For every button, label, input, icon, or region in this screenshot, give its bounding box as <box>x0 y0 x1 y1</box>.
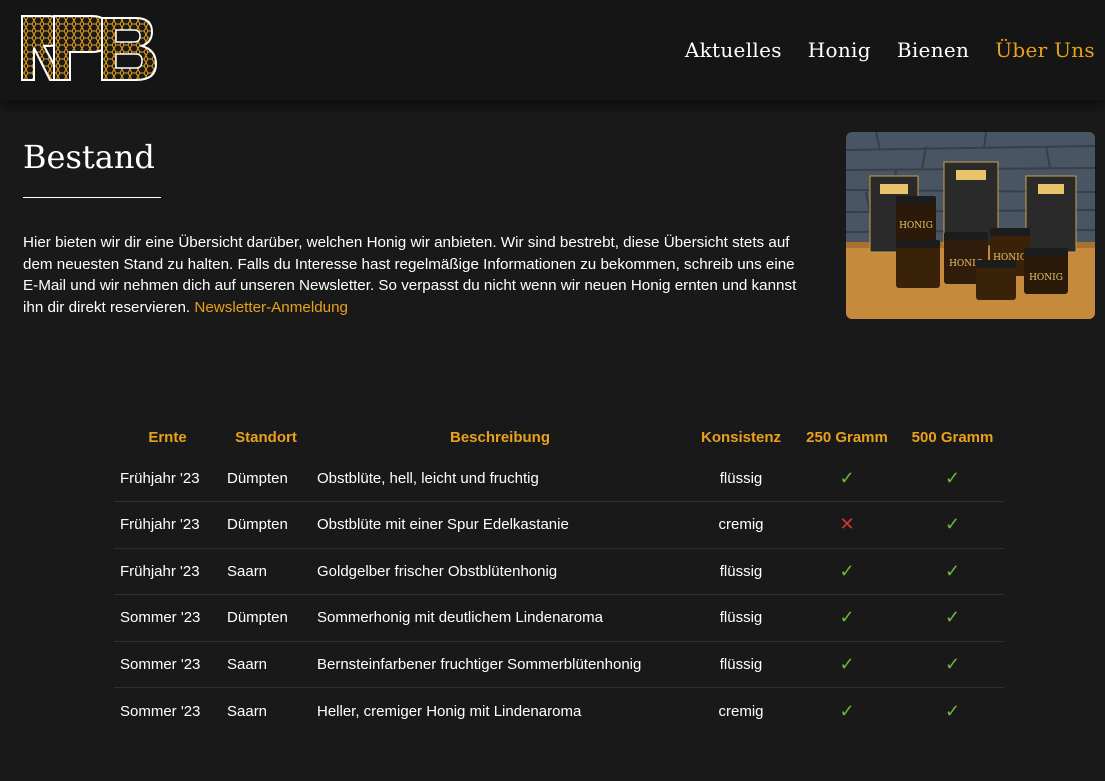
cell-250-gramm: ✓ <box>793 641 901 688</box>
nav-bienen[interactable]: Bienen <box>897 38 969 62</box>
cell-standort: Dümpten <box>221 594 311 642</box>
site-logo[interactable] <box>18 10 158 86</box>
checkmark-icon: ✓ <box>944 514 961 535</box>
table-row: Sommer '23 Dümpten Sommerhonig mit deutlic… <box>114 594 1004 642</box>
nav-ueber-uns[interactable]: Über Uns <box>995 38 1095 62</box>
cell-beschreibung: Bernsteinfarbener fruchtiger Sommerblüte… <box>311 641 689 688</box>
cell-ernte: Frühjahr '23 <box>114 455 221 502</box>
cell-250-gramm: ✓ <box>793 548 901 595</box>
col-standort: Standort <box>235 428 297 446</box>
checkmark-icon: ✓ <box>944 700 961 721</box>
cell-beschreibung: Heller, cremiger Honig mit Lindenaroma <box>317 702 582 720</box>
cell-500-gramm: ✓ <box>901 594 1004 642</box>
cell-konsistenz: flüssig <box>689 548 793 595</box>
table-row: Sommer '23 Saarn Heller, cremiger Honig mi… <box>114 688 1004 735</box>
cell-beschreibung: Obstblüte mit einer Spur Edelkastanie <box>311 501 689 549</box>
page-title: Bestand <box>23 138 155 176</box>
cell-ernte: Frühjahr '23 <box>114 548 221 595</box>
col-konsistenz: Konsistenz <box>700 428 781 446</box>
cell-500-gramm: ✓ <box>901 688 1004 735</box>
table-row: Frühjahr '23 Dümpten Obstblüte mit einer S… <box>114 501 1004 549</box>
title-divider <box>23 197 161 198</box>
cell-ernte: Sommer '23 <box>120 702 201 720</box>
cell-500-gramm: ✓ <box>901 548 1004 595</box>
jar-label: HONIG <box>1029 273 1063 283</box>
cell-standort: Saarn <box>221 548 311 595</box>
cell-konsistenz: flüssig <box>689 455 793 502</box>
col-ernte: Ernte <box>148 428 187 446</box>
cell-250-gramm: ✓ <box>793 688 901 735</box>
nav-aktuelles[interactable]: Aktuelles <box>685 38 782 62</box>
cell-standort: Saarn <box>227 702 268 720</box>
cell-ernte: Frühjahr '23 <box>114 501 221 549</box>
col-beschreibung: Beschreibung <box>449 428 551 446</box>
cell-500-gramm: ✓ <box>901 501 1004 549</box>
main-nav: Aktuelles Honig Bienen Über Uns <box>685 38 1095 62</box>
cell-standort: Dümpten <box>221 455 311 502</box>
checkmark-icon: ✓ <box>944 467 961 488</box>
intro-text: Hier bieten wir dir eine Übersicht darüb… <box>23 232 813 318</box>
cell-500-gramm: ✓ <box>901 455 1004 502</box>
checkmark-icon: ✓ <box>944 607 961 628</box>
cell-beschreibung: Sommerhonig mit deutlichem Lindenaroma <box>311 594 689 642</box>
cell-konsistenz: cremig <box>718 702 764 720</box>
checkmark-icon: ✓ <box>839 653 855 674</box>
col-250-gramm: 250 Gramm <box>806 428 888 446</box>
cell-beschreibung: Obstblüte, hell, leicht und fruchtig <box>311 455 689 502</box>
newsletter-link[interactable]: Newsletter-Anmeldung <box>194 299 348 316</box>
table-row: Sommer '23 Saarn Bernsteinfarbener fruchti… <box>114 641 1004 688</box>
cross-icon: ✕ <box>839 514 855 535</box>
cell-250-gramm: ✕ <box>793 501 901 549</box>
site-header: Aktuelles Honig Bienen Über Uns <box>0 0 1105 100</box>
checkmark-icon: ✓ <box>839 467 855 488</box>
checkmark-icon: ✓ <box>839 700 855 721</box>
cell-beschreibung: Goldgelber frischer Obstblütenhonig <box>311 548 689 595</box>
checkmark-icon: ✓ <box>944 560 961 581</box>
checkmark-icon: ✓ <box>839 560 855 581</box>
checkmark-icon: ✓ <box>944 653 961 674</box>
cell-konsistenz: cremig <box>689 501 793 549</box>
honey-jars-image: HONIG HONIG HONIG HONIG <box>846 132 1095 319</box>
cell-konsistenz: flüssig <box>689 641 793 688</box>
table-row: Frühjahr '23 Dümpten Obstblüte, hell, leic… <box>114 455 1004 502</box>
cell-250-gramm: ✓ <box>793 455 901 502</box>
cell-konsistenz: flüssig <box>689 594 793 642</box>
col-500-gramm: 500 Gramm <box>911 428 994 446</box>
checkmark-icon: ✓ <box>839 607 855 628</box>
cell-ernte: Sommer '23 <box>114 594 221 642</box>
cell-standort: Saarn <box>221 641 311 688</box>
cell-ernte: Sommer '23 <box>114 641 221 688</box>
cell-standort: Dümpten <box>221 501 311 549</box>
table-row: Frühjahr '23 Saarn Goldgelber frischer Obs… <box>114 548 1004 595</box>
jar-label: HONIG <box>899 221 933 231</box>
intro-paragraph: Hier bieten wir dir eine Übersicht darüb… <box>23 234 797 316</box>
cell-500-gramm: ✓ <box>901 641 1004 688</box>
honey-jars-photo: HONIG HONIG HONIG HONIG <box>846 132 1095 319</box>
nav-honig[interactable]: Honig <box>808 38 871 62</box>
table-header-row: Ernte Standort Beschreibung Konsistenz 2… <box>114 419 1004 455</box>
honey-stock-table: Ernte Standort Beschreibung Konsistenz 2… <box>114 419 1004 734</box>
cell-250-gramm: ✓ <box>793 594 901 642</box>
